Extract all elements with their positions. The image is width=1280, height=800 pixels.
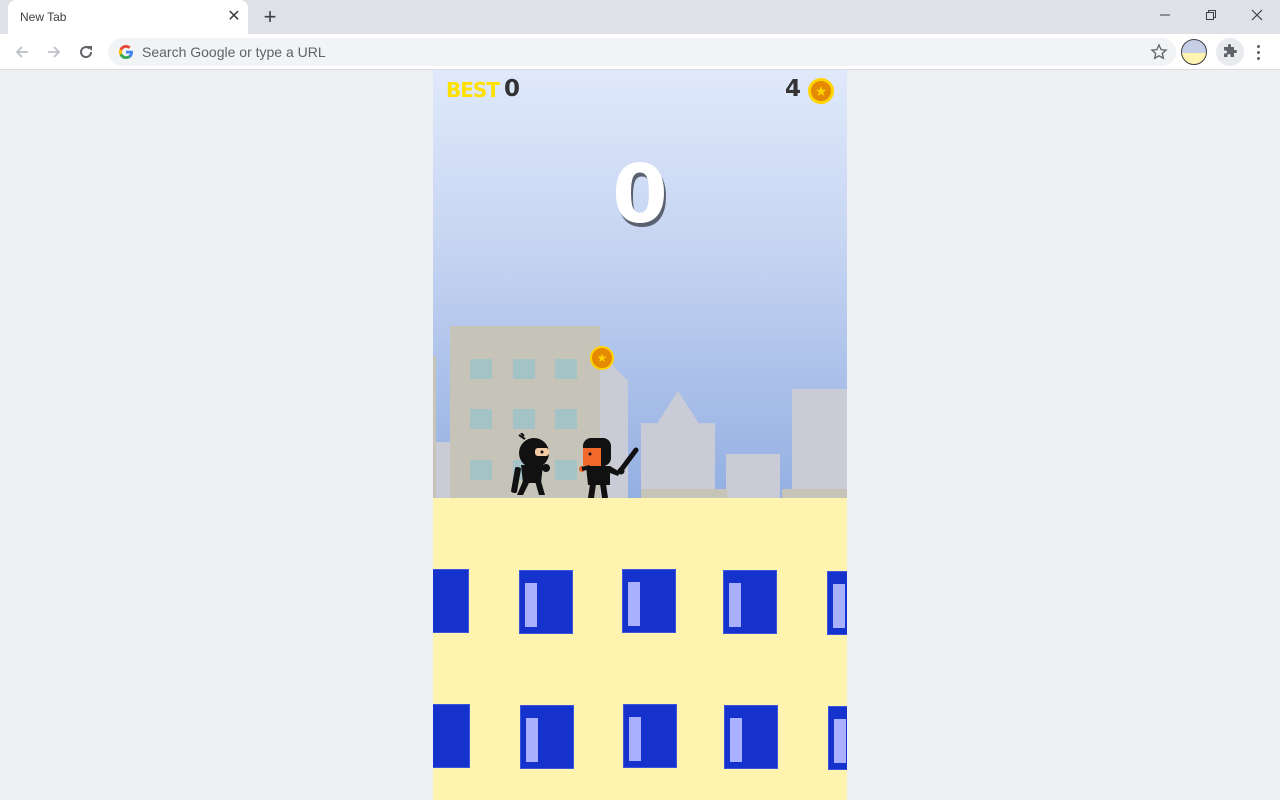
rooftop-ledge [782, 489, 847, 498]
background-building [433, 356, 436, 498]
building-window [433, 569, 469, 633]
browser-toolbar: Search Google or type a URL [0, 34, 1280, 70]
coin-count: 4 [784, 76, 801, 102]
building-window [724, 705, 778, 769]
rooftop-ground [433, 498, 847, 800]
minimize-icon [1160, 14, 1170, 16]
building-window [433, 704, 470, 768]
collectible-coin: ★ [590, 346, 614, 370]
profile-avatar[interactable] [1181, 39, 1207, 65]
best-score-value: 0 [504, 76, 521, 102]
building-window [827, 571, 847, 635]
coin-icon: ★ [808, 78, 834, 104]
tab-strip: New Tab ✕ + [0, 0, 1280, 34]
extensions-puzzle-icon [1224, 44, 1237, 57]
forward-button[interactable] [40, 38, 68, 66]
building-window [623, 704, 677, 768]
close-window-button[interactable] [1234, 0, 1280, 30]
extensions-button[interactable] [1216, 38, 1244, 66]
thug-with-bat [579, 438, 639, 498]
omnibox-placeholder: Search Google or type a URL [142, 44, 326, 60]
bookmark-star-icon[interactable] [1150, 43, 1168, 61]
building-window [520, 705, 574, 769]
star-icon: ★ [814, 83, 828, 99]
restore-button[interactable] [1188, 0, 1234, 30]
new-tab-button[interactable]: + [258, 5, 282, 29]
building-window [519, 570, 573, 634]
ninja-player [511, 433, 550, 495]
star-icon: ★ [596, 351, 608, 365]
reload-icon [80, 46, 93, 59]
more-menu-icon[interactable] [1250, 38, 1266, 66]
close-icon [1251, 9, 1263, 21]
minimize-button[interactable] [1142, 0, 1188, 30]
background-building [792, 389, 847, 498]
forward-arrow-icon [48, 46, 61, 58]
restore-icon [1206, 10, 1216, 20]
back-arrow-icon [15, 46, 28, 58]
current-score: 0 [612, 148, 668, 241]
google-g-icon [118, 45, 133, 60]
building-window [723, 570, 777, 634]
reload-button[interactable] [72, 38, 100, 66]
back-button[interactable] [8, 38, 36, 66]
tab-close-icon[interactable]: ✕ [224, 7, 244, 27]
tab-title: New Tab [20, 10, 67, 24]
rooftop-ledge [641, 489, 727, 498]
building-window [622, 569, 676, 633]
building-window [828, 706, 847, 770]
best-label: BEST [446, 78, 500, 102]
game-canvas[interactable]: ★ BEST 0 4 ★ 0 [433, 70, 847, 800]
tab-new-tab[interactable]: New Tab ✕ [8, 0, 248, 34]
background-building [726, 454, 780, 498]
omnibox[interactable]: Search Google or type a URL [108, 38, 1176, 66]
